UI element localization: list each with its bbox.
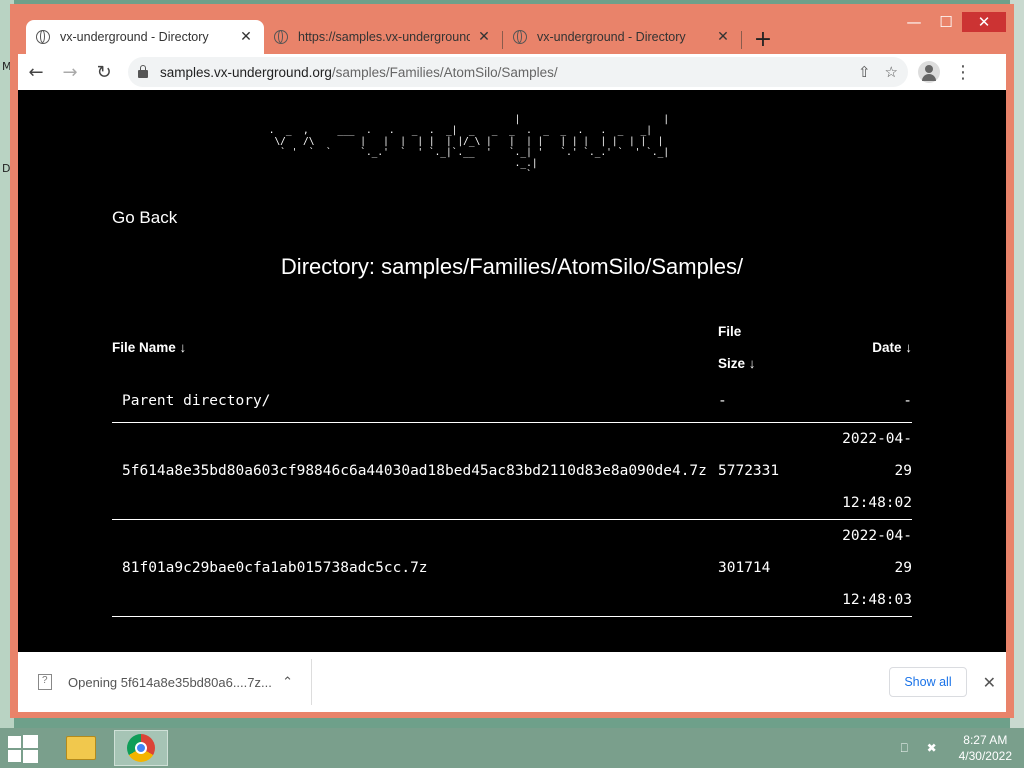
taskbar: ⎕ ✖ 8:27 AM 4/30/2022	[0, 728, 1024, 768]
sort-by-size-header[interactable]: File Size ↓	[718, 316, 828, 380]
go-back-link[interactable]: Go Back	[112, 208, 177, 228]
url-path: /samples/Families/AtomSilo/Samples/	[331, 64, 558, 80]
close-download-bar-button[interactable]: ✕	[983, 673, 996, 692]
chevron-up-icon[interactable]: ⌃	[282, 675, 293, 690]
tab-directory-2[interactable]: vx-underground - Directory ✕	[503, 20, 741, 54]
address-bar[interactable]: samples.vx-underground.org/samples/Famil…	[128, 57, 908, 87]
download-status: Opening 5f614a8e35bd80a6....7z...	[68, 674, 272, 690]
file-table: File Name ↓ File Size ↓ Date ↓ Parent di…	[112, 316, 912, 617]
volume-muted-icon[interactable]: ✖	[927, 741, 943, 755]
clock-time: 8:27 AM	[963, 733, 1008, 747]
size-header-line2: Size ↓	[718, 356, 756, 371]
network-icon[interactable]: ⎕	[901, 741, 917, 755]
chrome-icon	[127, 734, 155, 762]
tab-title: vx-underground - Directory	[537, 30, 686, 44]
file-date-time: 12:48:02	[842, 495, 912, 511]
browser-toolbar: ← → ↻ samples.vx-underground.org/samples…	[18, 54, 1006, 90]
page-title: Directory: samples/Families/AtomSilo/Sam…	[280, 254, 744, 279]
reload-button[interactable]: ↻	[88, 56, 120, 88]
sort-by-date-header[interactable]: Date ↓	[828, 316, 912, 380]
file-date-day: 2022-04-29	[842, 431, 912, 479]
globe-icon	[274, 30, 288, 44]
forward-button[interactable]: →	[54, 56, 86, 88]
table-row-parent: Parent directory/ - -	[112, 380, 912, 423]
file-date: -	[828, 380, 912, 423]
file-icon	[38, 674, 52, 690]
bookmark-star-icon[interactable]: ☆	[885, 63, 898, 81]
file-date: 2022-04-29 12:48:03	[828, 519, 912, 617]
share-icon[interactable]: ⇧	[858, 63, 871, 81]
show-all-button[interactable]: Show all	[889, 667, 967, 697]
chrome-taskbar-button[interactable]	[114, 730, 168, 766]
file-size: 301714	[718, 519, 828, 617]
tab-close-button[interactable]: ✕	[715, 29, 731, 45]
tab-directory-active[interactable]: vx-underground - Directory ✕	[26, 20, 264, 54]
folder-icon	[66, 736, 96, 760]
browser-window: — ☐ ✕ vx-underground - Directory ✕ https…	[10, 4, 1014, 718]
file-size: -	[718, 380, 828, 423]
download-bar: Opening 5f614a8e35bd80a6....7z... ⌃ Show…	[18, 652, 1006, 712]
file-link[interactable]: 5f614a8e35bd80a603cf98846c6a44030ad18bed…	[112, 422, 718, 520]
size-header-line1: File	[718, 324, 742, 339]
tab-separator	[741, 31, 742, 49]
table-row: 5f614a8e35bd80a603cf98846c6a44030ad18bed…	[112, 422, 912, 520]
ascii-logo: | | . _ , ___ . . _ . _| _ _ _ . _ _ . .…	[268, 114, 670, 180]
file-link[interactable]: 81f01a9c29bae0cfa1ab015738adc5cc.7z	[112, 519, 718, 617]
tab-strip: vx-underground - Directory ✕ https://sam…	[26, 20, 1014, 54]
page-content: | | . _ , ___ . . _ . _| _ _ _ . _ _ . .…	[18, 90, 1006, 652]
file-size: 5772331	[718, 422, 828, 520]
windows-start-icon[interactable]	[8, 735, 38, 763]
table-row: 81f01a9c29bae0cfa1ab015738adc5cc.7z 3017…	[112, 519, 912, 617]
globe-icon	[513, 30, 527, 44]
lock-icon[interactable]	[138, 65, 148, 78]
new-tab-button[interactable]: +	[748, 24, 778, 54]
file-date-time: 12:48:03	[842, 592, 912, 608]
file-date: 2022-04-29 12:48:02	[828, 422, 912, 520]
file-explorer-taskbar-button[interactable]	[54, 730, 108, 766]
back-button[interactable]: ←	[20, 56, 52, 88]
tab-close-button[interactable]: ✕	[238, 29, 254, 45]
url-host: samples.vx-underground.org	[160, 64, 332, 80]
clock[interactable]: 8:27 AM 4/30/2022	[959, 732, 1012, 764]
sort-by-name-header[interactable]: File Name ↓	[112, 316, 718, 380]
download-item[interactable]: Opening 5f614a8e35bd80a6....7z... ⌃	[18, 659, 312, 705]
chrome-menu-button[interactable]: ⋮	[954, 62, 972, 83]
parent-directory-link[interactable]: Parent directory/	[112, 380, 718, 423]
tab-title: https://samples.vx-underground.	[298, 30, 470, 44]
tab-close-button[interactable]: ✕	[476, 29, 492, 45]
clock-date: 4/30/2022	[958, 749, 1012, 763]
globe-icon	[36, 30, 50, 44]
tab-samples-url[interactable]: https://samples.vx-underground. ✕	[264, 20, 502, 54]
file-date-day: 2022-04-29	[842, 528, 912, 576]
profile-avatar-icon[interactable]	[918, 61, 940, 83]
system-tray: ⎕ ✖ 8:27 AM 4/30/2022	[901, 732, 1012, 764]
tab-title: vx-underground - Directory	[60, 30, 209, 44]
